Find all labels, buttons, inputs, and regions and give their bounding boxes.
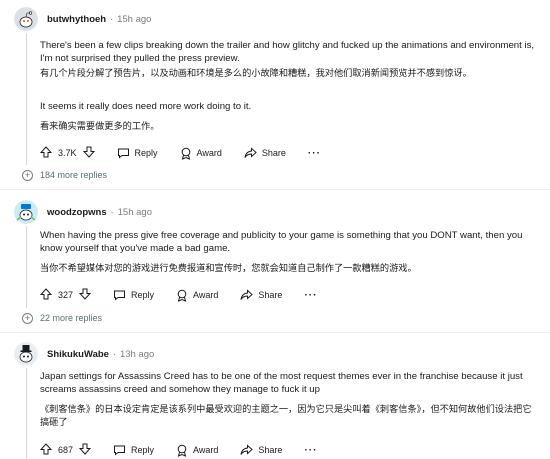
reply-button[interactable]: Reply: [113, 444, 154, 456]
comment-translation: 看来确实需要做更多的工作。: [40, 121, 160, 132]
more-options-icon[interactable]: ···: [304, 445, 317, 456]
separator-dot: ·: [112, 349, 116, 359]
comment-bubble-icon: [117, 148, 129, 159]
comment-actions: 3.7K Reply Award Share ···: [39, 143, 321, 163]
more-replies-label: 184 more replies: [40, 170, 108, 180]
more-options-icon[interactable]: ···: [308, 148, 321, 159]
vote-group: 3.7K: [39, 146, 95, 160]
share-icon: [244, 147, 257, 158]
comment-translation: 当你不希望媒体对您的游戏进行免费报道和宣传时，您就会知道自己制作了一款糟糕的游戏…: [40, 263, 417, 274]
award-button[interactable]: Award: [176, 444, 218, 457]
comment-actions: 327 Reply Award Share ···: [39, 285, 317, 305]
reply-button[interactable]: Reply: [117, 147, 158, 159]
comment-divider: [0, 332, 550, 333]
comment-text: When having the press give free coverage…: [40, 230, 523, 254]
upvote-icon[interactable]: [39, 288, 53, 302]
more-replies-label: 22 more replies: [40, 313, 103, 323]
share-label: Share: [261, 148, 286, 158]
username[interactable]: woodzopwns: [47, 207, 107, 218]
vote-count: 327: [58, 290, 74, 300]
award-button[interactable]: Award: [180, 147, 222, 160]
award-icon: [177, 289, 187, 302]
separator-dot: ·: [110, 14, 114, 24]
vote-count: 687: [58, 445, 74, 455]
downvote-icon[interactable]: [78, 288, 92, 302]
upvote-icon[interactable]: [39, 443, 53, 457]
share-button[interactable]: Share: [240, 289, 282, 301]
expand-plus-icon: +: [22, 312, 33, 324]
award-icon: [177, 444, 187, 457]
comment-body: When having the press give free coverage…: [40, 229, 540, 275]
comment-text: There's been a few clips breaking down t…: [40, 40, 535, 64]
comment-bubble-icon: [114, 445, 126, 456]
award-label: Award: [193, 290, 219, 300]
comment-body: Japan settings for Assassins Creed has t…: [40, 370, 540, 429]
comment-bubble-icon: [114, 290, 126, 301]
comment-translation: 《刺客信条》的日本设定肯定是该系列中最受欢迎的主题之一，因为它只是尖叫着《刺客信…: [40, 404, 532, 428]
timestamp[interactable]: 13h ago: [120, 349, 154, 360]
separator-dot: ·: [110, 207, 114, 217]
reply-label: Reply: [134, 148, 158, 158]
reply-label: Reply: [131, 290, 155, 300]
downvote-icon[interactable]: [78, 443, 92, 457]
expand-plus-icon: +: [22, 169, 33, 181]
share-label: Share: [258, 290, 283, 300]
share-button[interactable]: Share: [240, 444, 282, 456]
more-replies-link[interactable]: + 184 more replies: [22, 168, 107, 182]
vote-count: 3.7K: [58, 148, 77, 158]
vote-group: 327: [39, 288, 92, 302]
award-label: Award: [196, 148, 222, 158]
thread-line[interactable]: [26, 368, 27, 459]
thread-line[interactable]: [26, 226, 27, 308]
reply-button[interactable]: Reply: [113, 289, 154, 301]
comment-translation: 有几个片段分解了预告片，以及动画和环境是多么的小故障和糟糕，我对他们取消新闻预览…: [40, 68, 472, 79]
comment-text: Japan settings for Assassins Creed has t…: [40, 371, 523, 395]
comment-header: woodzopwns · 15h ago: [14, 200, 152, 224]
thread-line[interactable]: [26, 33, 27, 165]
reply-label: Reply: [131, 445, 155, 455]
username[interactable]: butwhythoeh: [47, 14, 106, 25]
comment-divider: [0, 189, 550, 190]
share-label: Share: [258, 445, 283, 455]
award-icon: [181, 147, 190, 160]
share-button[interactable]: Share: [244, 147, 286, 159]
timestamp[interactable]: 15h ago: [118, 207, 152, 218]
comment-text: It seems it really does need more work d…: [40, 101, 252, 112]
username[interactable]: ShikukuWabe: [47, 349, 109, 360]
award-button[interactable]: Award: [176, 289, 218, 302]
avatar[interactable]: [14, 342, 38, 366]
comment-actions: 687 Reply Award Share ···: [39, 440, 317, 459]
share-icon: [240, 289, 254, 300]
award-label: Award: [193, 445, 219, 455]
timestamp[interactable]: 15h ago: [117, 14, 151, 25]
comment-header: ShikukuWabe · 13h ago: [14, 342, 154, 366]
share-icon: [240, 444, 254, 455]
comment-header: butwhythoeh · 15h ago: [14, 7, 151, 31]
comment-body: There's been a few clips breaking down t…: [40, 39, 540, 133]
vote-group: 687: [39, 443, 92, 457]
avatar[interactable]: [14, 7, 38, 31]
downvote-icon[interactable]: [82, 146, 95, 160]
more-replies-link[interactable]: + 22 more replies: [22, 311, 102, 325]
avatar[interactable]: [14, 200, 38, 224]
upvote-icon[interactable]: [39, 146, 53, 160]
more-options-icon[interactable]: ···: [304, 290, 317, 301]
